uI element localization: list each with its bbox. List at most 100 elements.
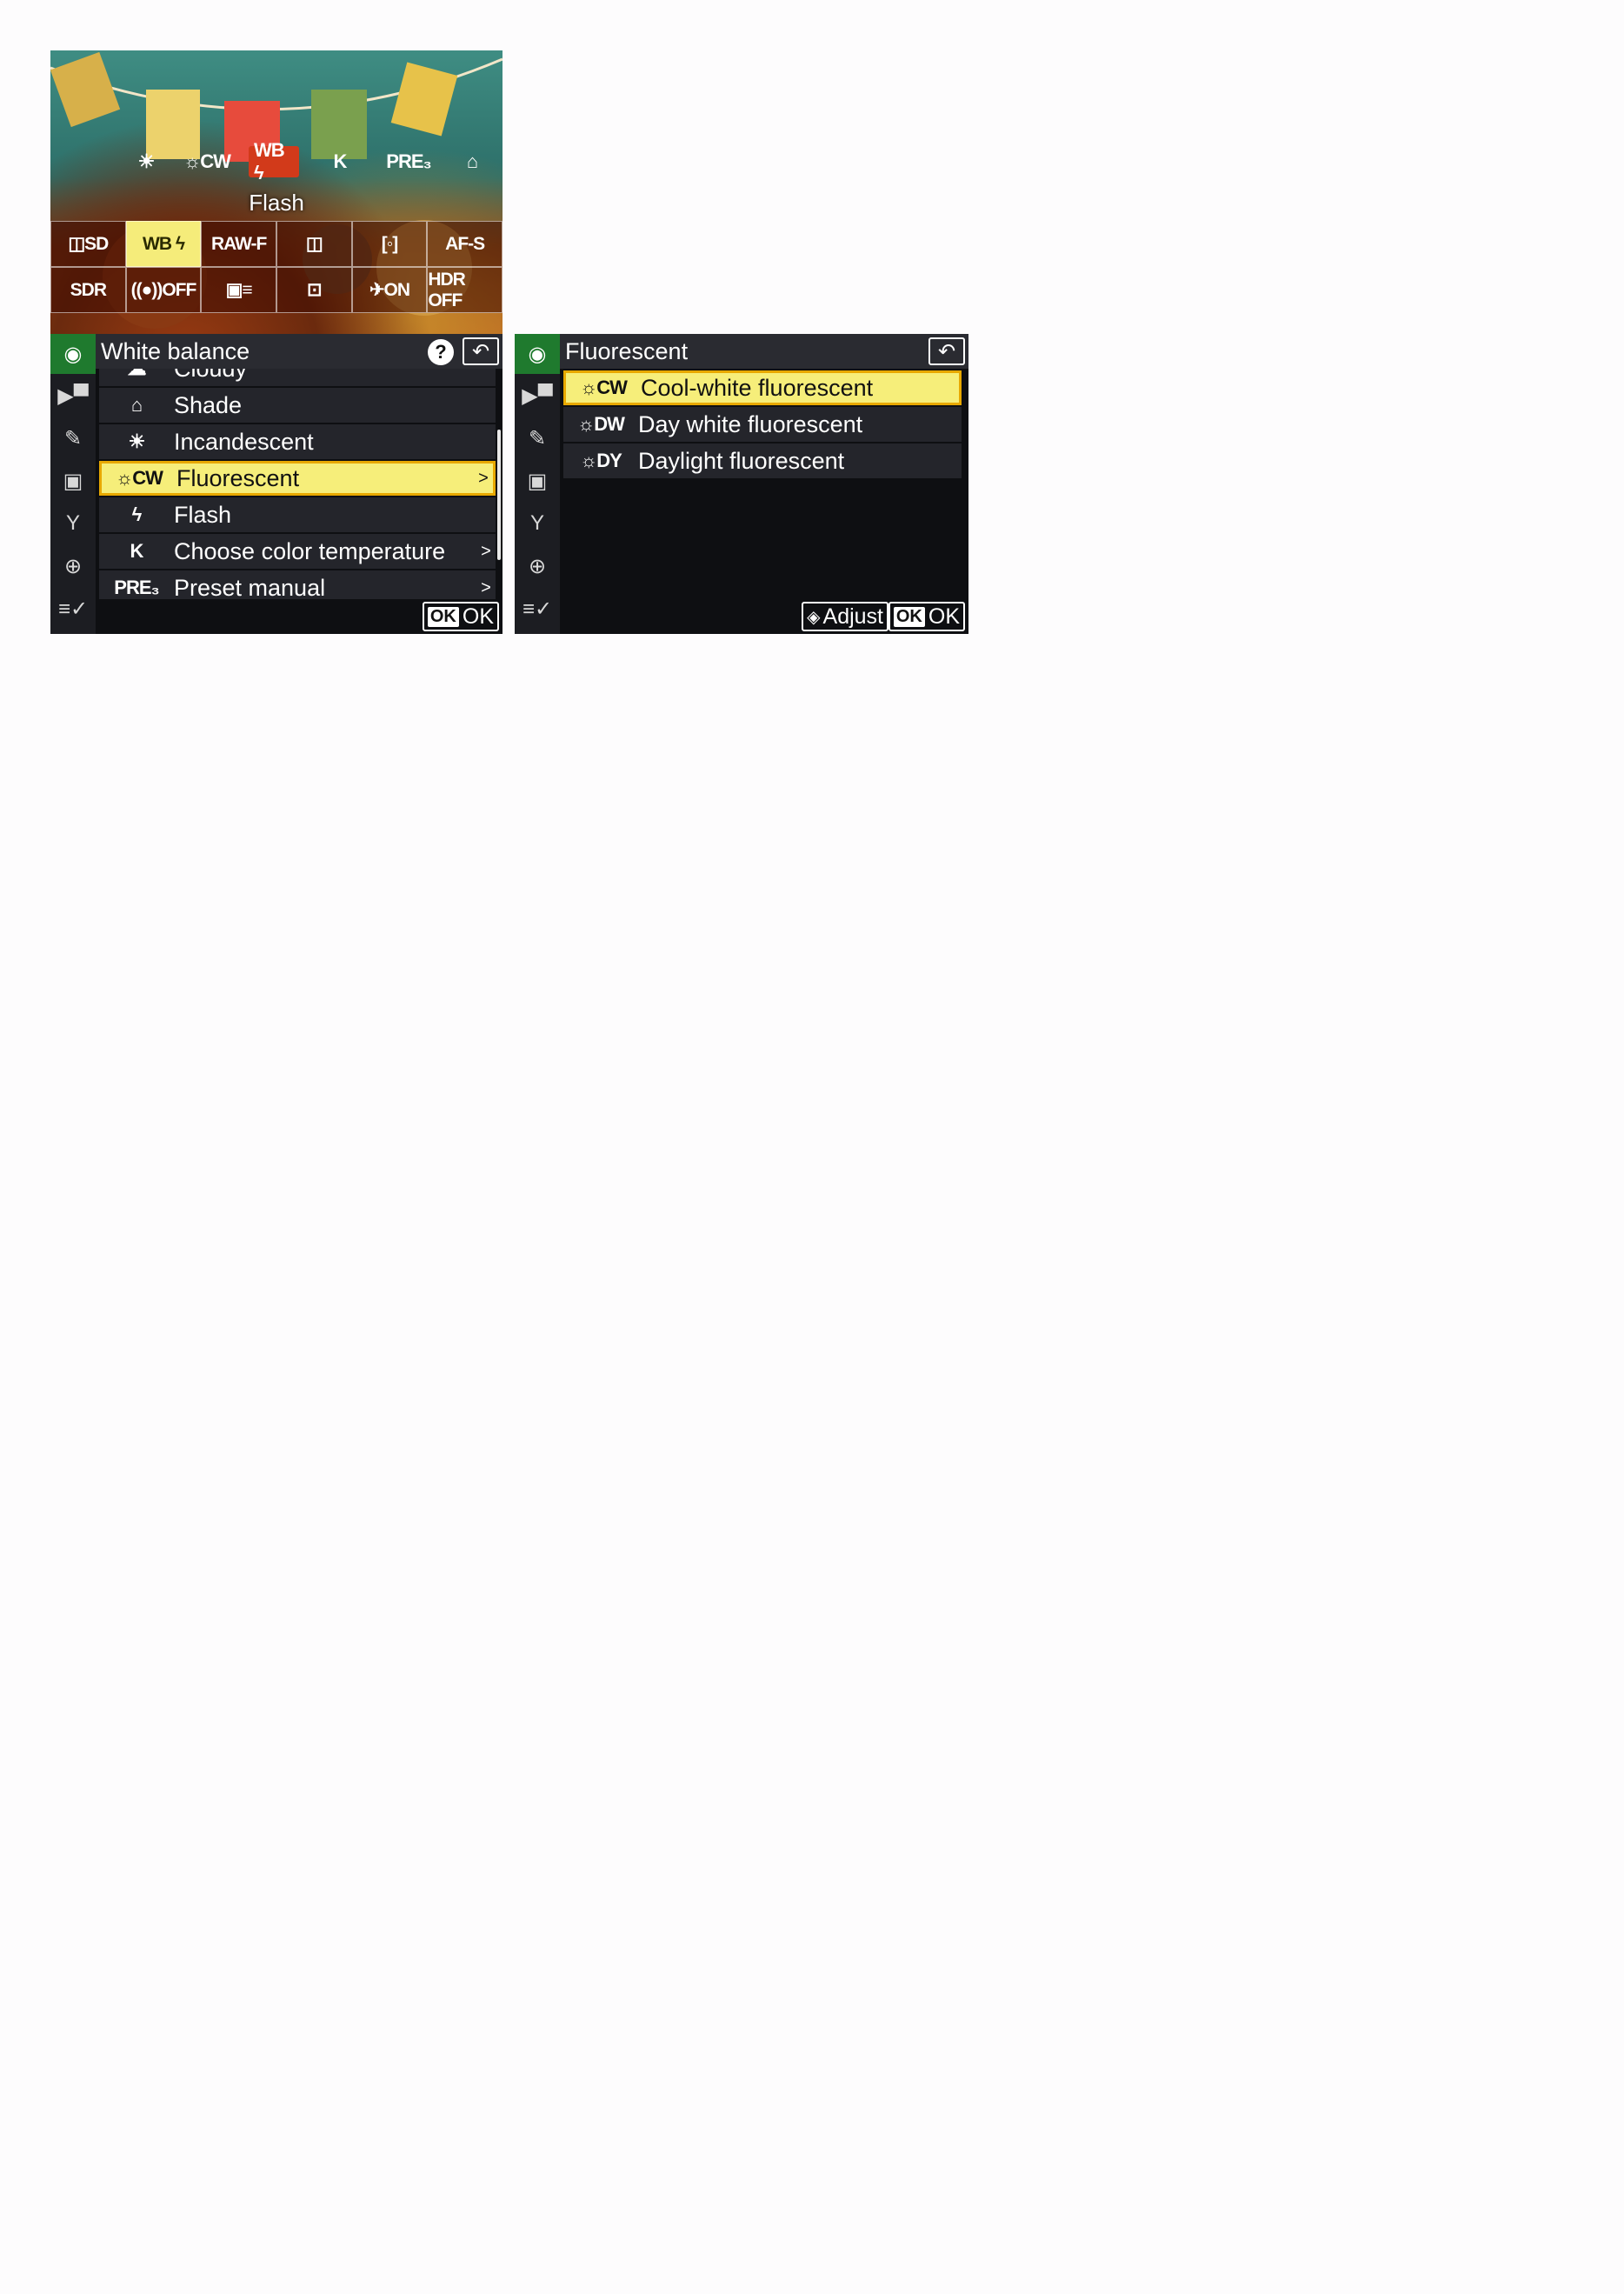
i-menu-cell-label: ✈ON bbox=[369, 280, 410, 300]
multi-selector-icon: ◈ bbox=[807, 607, 821, 627]
menu-footer: ◈ Adjust OK OK bbox=[560, 599, 968, 634]
menu-title-text: Fluorescent bbox=[565, 337, 689, 364]
wb-option-icon: ⌂ bbox=[130, 394, 143, 416]
i-menu-cell[interactable]: ✈ON bbox=[351, 267, 428, 313]
playback-icon[interactable]: ▣ bbox=[50, 461, 96, 501]
i-menu-cell-label: AF-S bbox=[445, 233, 485, 254]
i-menu-cell-label: RAW-F bbox=[210, 233, 267, 254]
i-menu-cell-label: ▣≡ bbox=[225, 280, 253, 300]
live-view-photo: ☀ ☼CW WB ϟ K PRE₃ ⌂ Flash ◫SD WB ϟ RAW-F ◫ [… bbox=[50, 50, 503, 334]
camera-icon[interactable]: ◉ bbox=[50, 334, 96, 374]
network-icon[interactable]: ⊕ bbox=[50, 546, 96, 586]
i-menu-cell[interactable]: [◦] bbox=[351, 221, 428, 267]
i-menu-panel: ◫SD WB ϟ RAW-F ◫ [◦] AF-S SDR ((●))OFF ▣≡ ⊡ ✈ON HDR… bbox=[50, 221, 503, 313]
i-menu-cell[interactable]: SDR bbox=[50, 267, 126, 313]
menu-title-text: White balance bbox=[101, 337, 250, 364]
menu-title: Fluorescent bbox=[560, 334, 968, 369]
ok-button[interactable]: OK OK bbox=[422, 602, 499, 631]
chevron-right-icon: > bbox=[481, 577, 491, 597]
ok-button[interactable]: OK OK bbox=[888, 602, 965, 631]
wb-option-row[interactable]: PRE₃ Preset manual > bbox=[99, 570, 496, 599]
fluorescent-submenu: ◉ ▶▀ ✎ ▣ Y ⊕ ≡✓ Fluorescent ↶ ☼CW Cool-white fl… bbox=[515, 334, 968, 634]
wb-selected-label: Flash bbox=[249, 190, 304, 216]
fluorescent-option-icon: ☼DY bbox=[580, 450, 622, 471]
my-menu-icon[interactable]: ≡✓ bbox=[515, 589, 560, 629]
i-menu-cell[interactable]: HDR OFF bbox=[427, 267, 503, 313]
i-menu-cell-label: [◦] bbox=[381, 233, 398, 254]
i-menu-cell-label: WB ϟ bbox=[143, 233, 185, 254]
fluorescent-option-icon: ☼DW bbox=[577, 413, 625, 435]
wb-option-label: Cloudy bbox=[174, 369, 476, 383]
wb-option-label: Shade bbox=[174, 391, 243, 418]
back-icon[interactable]: ↶ bbox=[928, 337, 965, 365]
i-menu-cell[interactable]: ◫ bbox=[276, 221, 352, 267]
wb-option-icon: ☁ bbox=[99, 369, 174, 380]
chevron-right-icon: > bbox=[478, 468, 489, 488]
pencil-icon[interactable]: ✎ bbox=[515, 418, 560, 458]
wb-option-list: ☁Cloudy ⌂ Shade ☀ Incandescent ☼CW Fluorescent… bbox=[99, 369, 496, 599]
wb-option-label: Flash bbox=[174, 501, 232, 528]
wb-option-icon: ☼CW bbox=[116, 467, 163, 489]
scrollbar[interactable] bbox=[497, 430, 501, 560]
i-menu-cell[interactable]: ◫SD bbox=[50, 221, 126, 267]
kelvin-icon[interactable]: K bbox=[327, 146, 353, 177]
white-balance-menu: ◉▶▀✎▣Y⊕≡✓ White balance ? ↶ ☁Cloudy ⌂ Shad… bbox=[50, 334, 503, 634]
wb-option-icon: ☀ bbox=[128, 430, 146, 452]
i-menu-cell-label: ◫ bbox=[305, 234, 323, 254]
adjust-button[interactable]: ◈ Adjust bbox=[802, 602, 889, 631]
i-menu-cell[interactable]: RAW-F bbox=[201, 221, 276, 267]
fluorescent-cw-icon[interactable]: ☼CW bbox=[181, 146, 233, 177]
wb-option-icon: K bbox=[130, 540, 144, 562]
ok-badge: OK bbox=[427, 606, 459, 627]
fluorescent-option-label: Day white fluorescent bbox=[638, 410, 863, 437]
adjust-label: Adjust bbox=[822, 604, 883, 629]
fluorescent-option-label: Cool-white fluorescent bbox=[641, 374, 874, 401]
i-menu-cell-label: HDR OFF bbox=[428, 269, 465, 310]
back-icon[interactable]: ↶ bbox=[463, 337, 499, 365]
movie-icon[interactable]: ▶▀ bbox=[515, 376, 560, 416]
wrench-icon[interactable]: Y bbox=[50, 503, 96, 543]
i-menu-cell-label: ⊡ bbox=[307, 280, 323, 300]
incandescent-icon[interactable]: ☀ bbox=[129, 146, 163, 177]
wb-option-icon: PRE₃ bbox=[114, 577, 159, 598]
flash-wb-icon[interactable]: WB ϟ bbox=[249, 139, 299, 183]
i-menu-cell-label: ◫SD bbox=[68, 234, 109, 254]
wb-option-row[interactable]: ⌂ Shade bbox=[99, 388, 496, 423]
wb-option-label: Fluorescent bbox=[176, 464, 300, 491]
pencil-icon[interactable]: ✎ bbox=[50, 418, 96, 458]
fluorescent-option-row[interactable]: ☼DY Daylight fluorescent bbox=[563, 443, 962, 478]
fluorescent-option-row[interactable]: ☼CW Cool-white fluorescent bbox=[563, 370, 962, 405]
i-menu-cell[interactable]: WB ϟ bbox=[125, 221, 202, 267]
playback-icon[interactable]: ▣ bbox=[515, 461, 560, 501]
wb-option-row[interactable]: ϟ Flash bbox=[99, 497, 496, 532]
i-menu-cell[interactable]: AF-S bbox=[427, 221, 503, 267]
i-menu-cell-label: SDR bbox=[70, 279, 107, 300]
i-menu-cell[interactable]: ⊡ bbox=[276, 267, 352, 313]
fluorescent-option-label: Daylight fluorescent bbox=[638, 447, 845, 474]
i-menu-cell[interactable]: ▣≡ bbox=[201, 267, 276, 313]
wb-option-row[interactable]: ☼CW Fluorescent > bbox=[99, 461, 496, 496]
preset-manual-icon[interactable]: PRE₃ bbox=[383, 146, 435, 177]
camera-icon[interactable]: ◉ bbox=[515, 334, 560, 374]
fluorescent-option-list: ☼CW Cool-white fluorescent ☼DW Day white fl… bbox=[563, 369, 962, 599]
wrench-icon[interactable]: Y bbox=[515, 503, 560, 543]
menu-tabs: ◉ ▶▀ ✎ ▣ Y ⊕ ≡✓ bbox=[50, 334, 96, 634]
network-icon[interactable]: ⊕ bbox=[515, 546, 560, 586]
wb-option-row[interactable]: ☁Cloudy bbox=[99, 369, 496, 386]
movie-icon[interactable]: ▶▀ bbox=[50, 376, 96, 416]
chevron-right-icon: > bbox=[481, 541, 491, 561]
ok-badge: OK bbox=[893, 606, 925, 627]
fluorescent-option-row[interactable]: ☼DW Day white fluorescent bbox=[563, 407, 962, 442]
i-menu-cell-label: ((●))OFF bbox=[130, 279, 197, 300]
i-menu-cell[interactable]: ((●))OFF bbox=[125, 267, 202, 313]
menu-footer: OK OK bbox=[96, 599, 503, 634]
ok-label: OK bbox=[462, 604, 494, 629]
shade-icon[interactable]: ⌂ bbox=[457, 146, 487, 177]
wb-option-label: Preset manual bbox=[174, 574, 326, 600]
help-icon[interactable]: ? bbox=[428, 339, 454, 365]
ok-label: OK bbox=[928, 604, 960, 629]
wb-option-row[interactable]: ☀ Incandescent bbox=[99, 424, 496, 459]
menu-tabs: ◉ ▶▀ ✎ ▣ Y ⊕ ≡✓ bbox=[515, 334, 560, 634]
wb-option-row[interactable]: K Choose color temperature > bbox=[99, 534, 496, 569]
my-menu-icon[interactable]: ≡✓ bbox=[50, 589, 96, 629]
